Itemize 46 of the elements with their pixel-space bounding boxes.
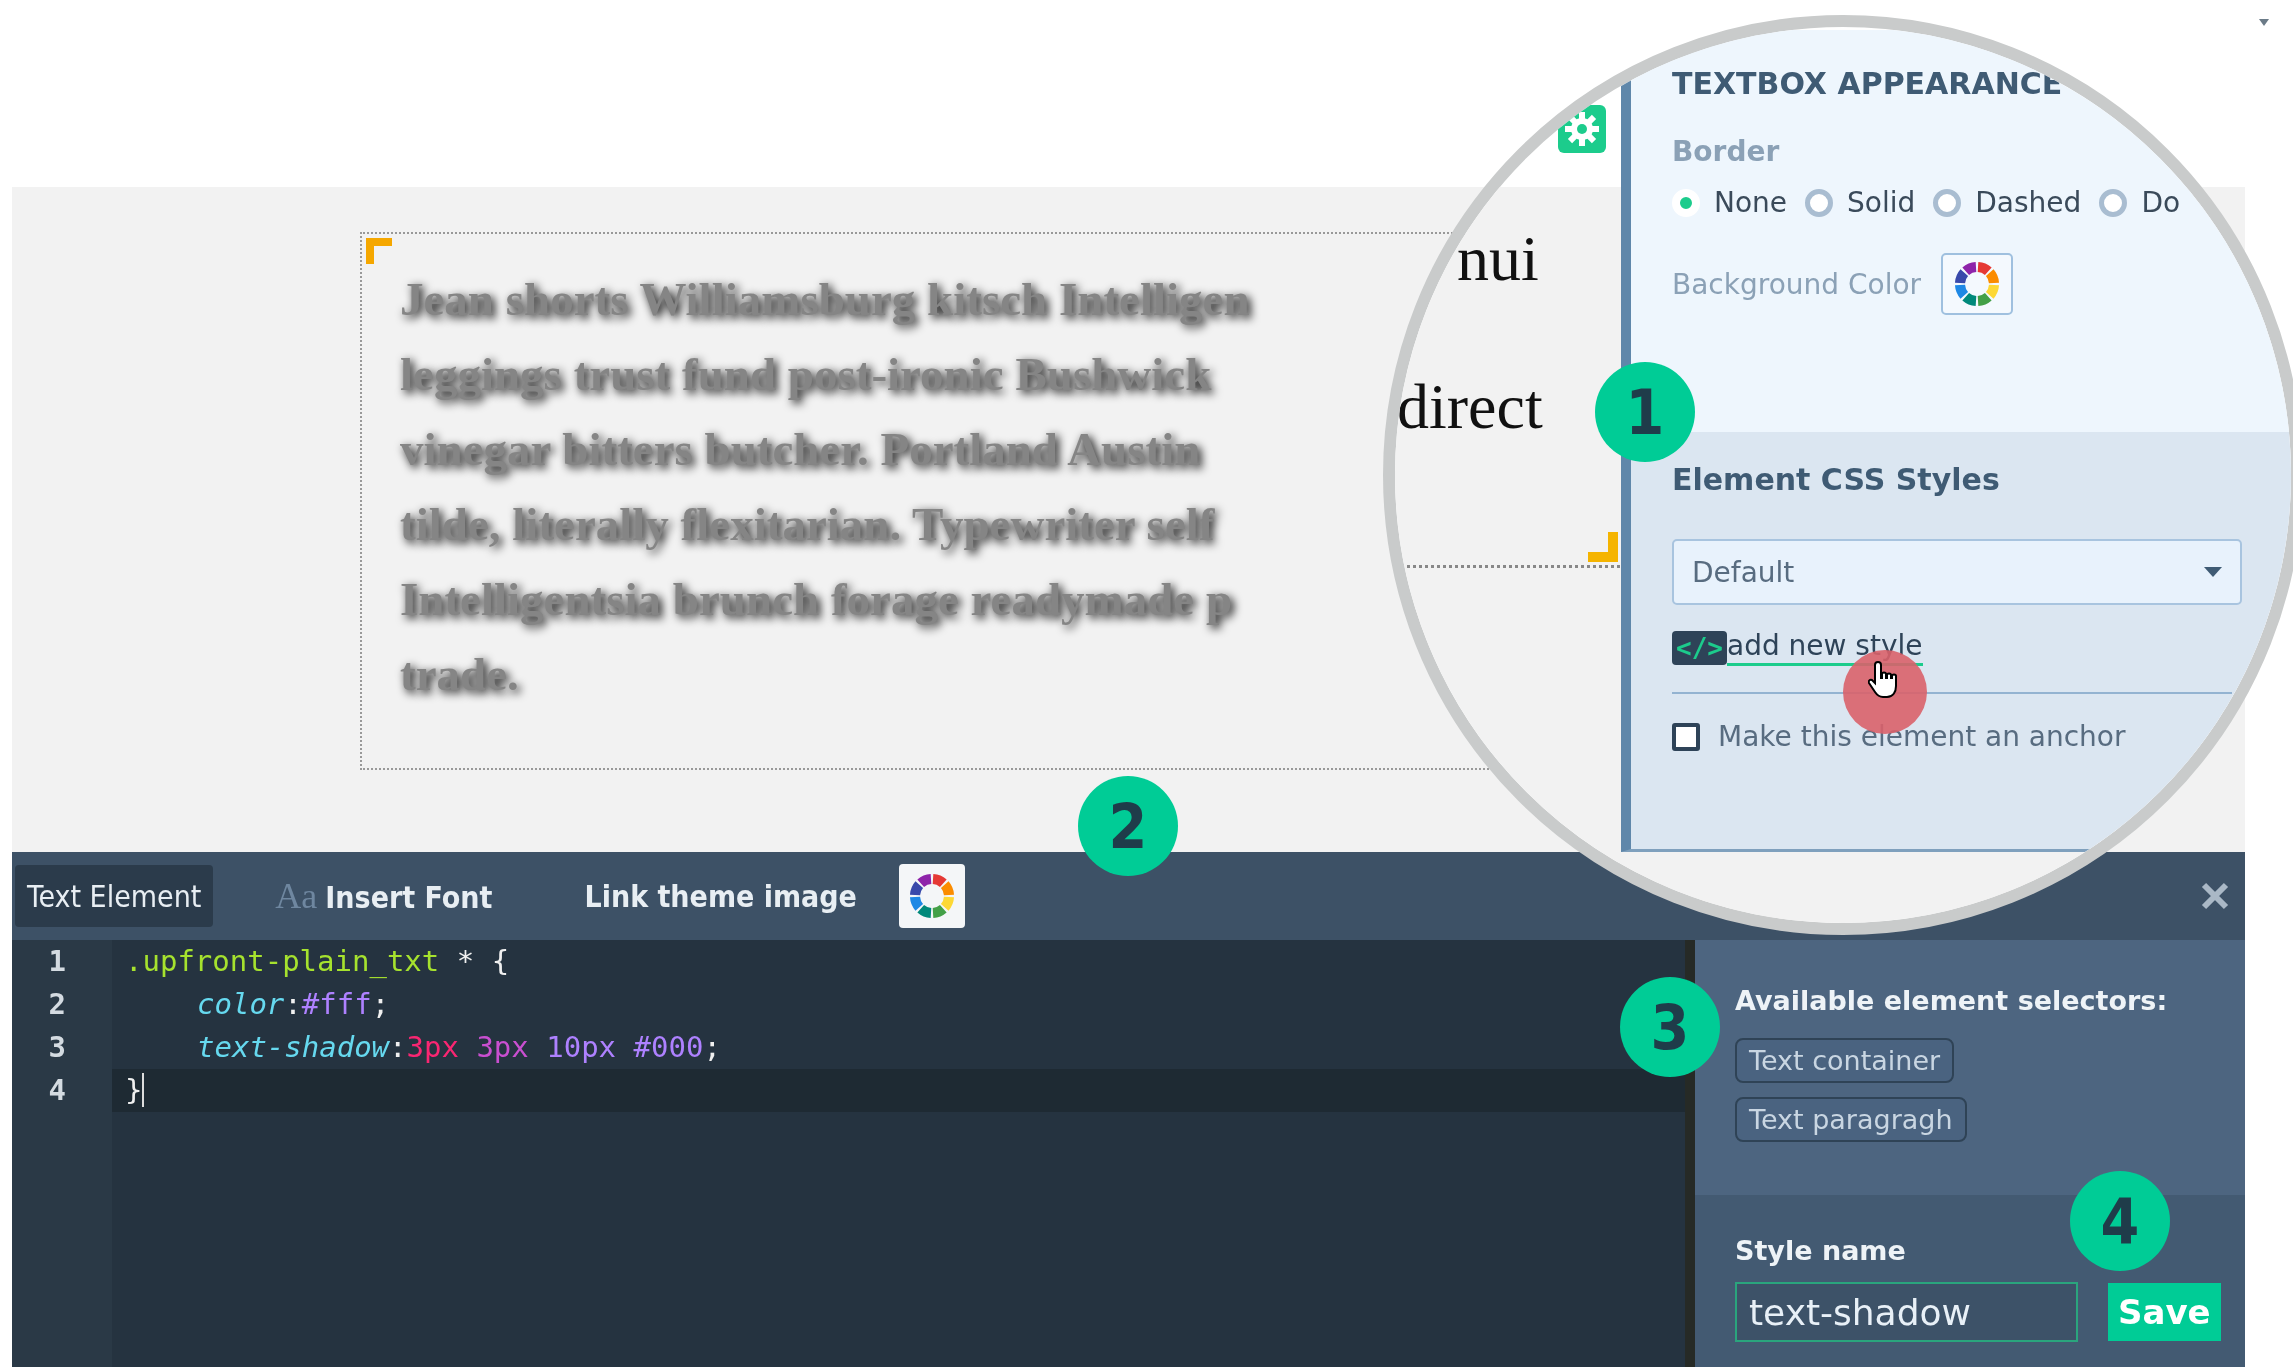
color-wheel-icon <box>908 873 955 919</box>
caret-icon <box>2204 567 2222 577</box>
color-picker-button[interactable] <box>1941 253 2014 315</box>
background-color-label: Background Color <box>1672 267 1922 301</box>
border-radio[interactable]: Solid <box>1805 186 1916 219</box>
line-number: 3 <box>47 1029 67 1066</box>
style-name-field[interactable]: text-shadow <box>1735 1282 2078 1342</box>
editor-tab[interactable]: Text Element <box>15 865 214 927</box>
section-heading: TEXTBOX APPEARANCE <box>1672 66 2064 101</box>
close-icon[interactable] <box>2200 881 2230 911</box>
link-theme-image-button[interactable]: Link theme image <box>584 878 857 914</box>
paragraph-line: tilde, literally flexitarian. Typewriter self <box>400 497 1216 552</box>
border-label: Border <box>1672 135 1781 168</box>
border-radio[interactable]: None <box>1672 186 1788 219</box>
paragraph-line: Jean shorts Williamsburg kitsch Intelligen <box>400 272 1251 327</box>
anchor-label: Make this element an anchor <box>1718 720 2126 753</box>
insert-font-button[interactable]: Aa Insert Font <box>275 875 493 917</box>
section-heading: Element CSS Styles <box>1672 462 2001 497</box>
code-line: } <box>124 1072 143 1109</box>
selector-chip[interactable]: Text paragragh <box>1735 1097 1967 1142</box>
text-cursor <box>142 1073 145 1107</box>
style-name-label: Style name <box>1735 1235 1907 1266</box>
paragraph-line: leggings trust fund post-ironic Bushwick <box>400 347 1213 402</box>
magnified-word: nui <box>1457 227 1539 291</box>
line-number: 1 <box>47 943 67 980</box>
color-picker-button[interactable] <box>898 864 965 928</box>
anchor-checkbox[interactable] <box>1672 722 1700 751</box>
line-number: 4 <box>47 1072 67 1109</box>
line-number: 2 <box>47 986 67 1023</box>
selector-chip[interactable]: Text container <box>1735 1038 1955 1083</box>
selectors-heading: Available element selectors: <box>1735 985 2168 1016</box>
magnified-word: direct <box>1397 375 1543 439</box>
code-line: .upfront-plain_txt * { <box>124 943 510 980</box>
code-line: color:#fff; <box>196 986 390 1023</box>
style-dropdown[interactable]: Default <box>1672 539 2242 605</box>
code-line: text-shadow:3px 3px 10px #000; <box>196 1029 721 1066</box>
corner-mark-icon <box>1588 532 1618 562</box>
paragraph-line: Intelligentsia brunch forage readymade p <box>400 572 1234 627</box>
fold-arrow-icon[interactable] <box>2259 19 2269 26</box>
border-radio[interactable]: Do <box>2099 186 2181 219</box>
border-radio[interactable]: Dashed <box>1933 186 2082 219</box>
corner-mark-icon <box>366 238 392 264</box>
paragraph-line: vinegar bitters butcher. Portland Austin <box>400 422 1202 477</box>
color-wheel-icon <box>1954 261 2001 307</box>
paragraph-line: trade. <box>400 647 520 702</box>
code-icon: </> <box>1672 630 1727 665</box>
